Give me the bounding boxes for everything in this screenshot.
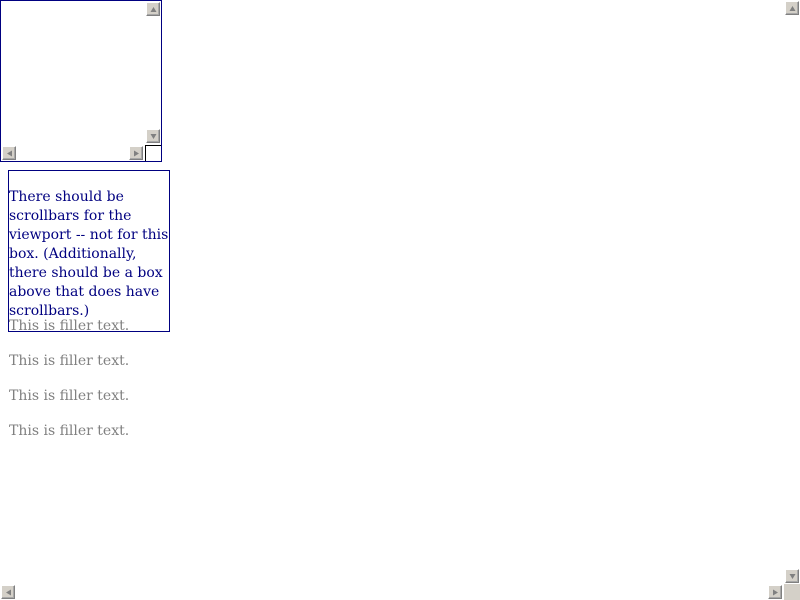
box-scroll-down-button[interactable] xyxy=(146,129,160,143)
box-scroll-right-button[interactable] xyxy=(129,146,143,160)
message-box: There should be scrollbars for the viewp… xyxy=(8,170,170,332)
viewport-scroll-up-button[interactable] xyxy=(785,1,799,15)
viewport-scroll-right-button[interactable] xyxy=(768,585,782,599)
box-horizontal-scrollbar[interactable] xyxy=(1,145,145,161)
filler-line: This is filler text. xyxy=(9,388,130,404)
viewport-scroll-down-button[interactable] xyxy=(785,569,799,583)
message-text: There should be scrollbars for the viewp… xyxy=(9,189,169,319)
arrow-right-icon xyxy=(773,589,778,596)
arrow-right-icon xyxy=(134,150,139,157)
arrow-up-icon xyxy=(789,6,796,11)
box-scroll-left-button[interactable] xyxy=(2,146,16,160)
scrollable-box[interactable] xyxy=(0,0,162,162)
filler-line: This is filler text. xyxy=(9,353,130,369)
arrow-left-icon xyxy=(7,150,12,157)
box-scrollbar-corner xyxy=(145,145,161,161)
arrow-down-icon xyxy=(789,574,796,579)
arrow-up-icon xyxy=(150,7,157,12)
arrow-left-icon xyxy=(6,589,11,596)
viewport-scrollbar-corner xyxy=(784,584,800,600)
filler-line: This is filler text. xyxy=(9,423,130,439)
viewport-scroll-left-button[interactable] xyxy=(1,585,15,599)
filler-line: This is filler text. xyxy=(9,318,130,334)
box-vertical-scrollbar[interactable] xyxy=(145,1,161,145)
viewport: There should be scrollbars for the viewp… xyxy=(0,0,800,600)
viewport-vertical-scrollbar[interactable] xyxy=(784,0,800,584)
box-scroll-up-button[interactable] xyxy=(146,2,160,16)
viewport-horizontal-scrollbar[interactable] xyxy=(0,584,784,600)
arrow-down-icon xyxy=(150,134,157,139)
